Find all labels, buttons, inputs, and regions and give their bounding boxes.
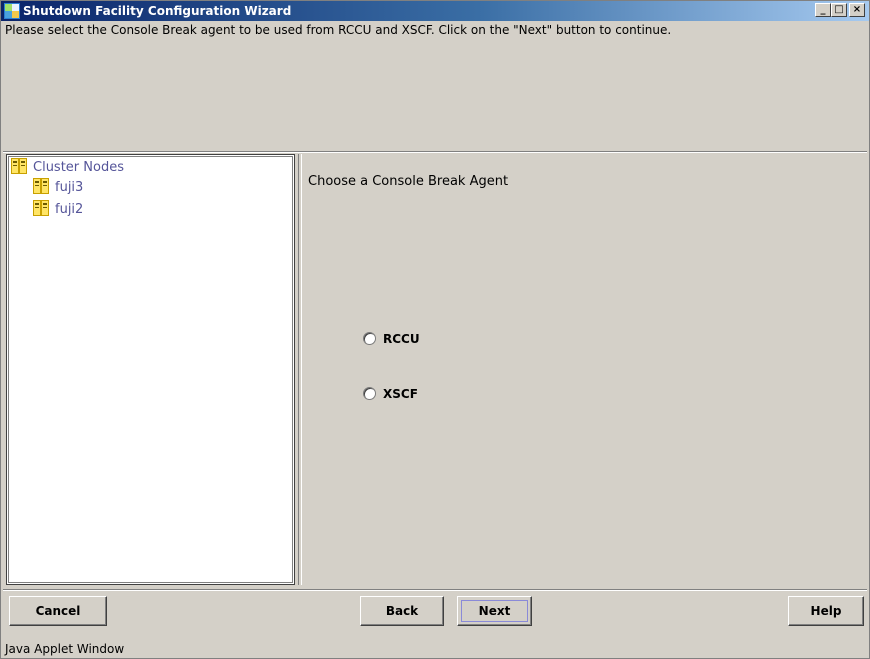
instruction-text: Please select the Console Break agent to… <box>5 23 672 37</box>
node-icon <box>33 178 49 194</box>
status-bar: Java Applet Window <box>5 642 125 656</box>
choose-agent-heading: Choose a Console Break Agent <box>308 174 509 189</box>
cancel-button[interactable]: Cancel <box>9 596 107 626</box>
agent-selection-panel: Choose a Console Break Agent RCCU XSCF <box>301 154 867 585</box>
tree-item-label: Cluster Nodes <box>33 160 124 175</box>
focus-ring <box>461 600 528 622</box>
tree-item-fuji2[interactable]: fuji2 <box>33 200 83 218</box>
help-button[interactable]: Help <box>788 596 864 626</box>
maximize-button[interactable]: □ <box>831 3 847 17</box>
radio-option-xscf[interactable]: XSCF <box>363 385 418 403</box>
radio-button-icon[interactable] <box>363 332 376 345</box>
minimize-button[interactable]: _ <box>815 3 831 17</box>
cluster-nodes-icon <box>11 158 27 174</box>
tree-item-cluster-nodes[interactable]: Cluster Nodes <box>11 158 124 176</box>
radio-label: RCCU <box>383 332 420 346</box>
next-button[interactable]: Next <box>457 596 532 626</box>
tree-item-label: fuji3 <box>55 180 84 195</box>
close-button[interactable]: × <box>849 3 865 17</box>
title-bar[interactable]: Shutdown Facility Configuration Wizard _… <box>1 1 869 21</box>
radio-button-icon[interactable] <box>363 387 376 400</box>
bottom-separator <box>3 589 867 591</box>
cluster-tree-panel[interactable]: Cluster Nodes fuji3 fuji2 <box>6 154 295 585</box>
radio-option-rccu[interactable]: RCCU <box>363 330 420 348</box>
wizard-window: Shutdown Facility Configuration Wizard _… <box>0 0 870 659</box>
node-icon <box>33 200 49 216</box>
java-app-icon <box>4 3 20 19</box>
radio-label: XSCF <box>383 387 418 401</box>
back-button[interactable]: Back <box>360 596 444 626</box>
tree-item-fuji3[interactable]: fuji3 <box>33 178 83 196</box>
top-separator <box>3 151 867 153</box>
tree-item-label: fuji2 <box>55 202 84 217</box>
window-title: Shutdown Facility Configuration Wizard <box>23 4 292 18</box>
